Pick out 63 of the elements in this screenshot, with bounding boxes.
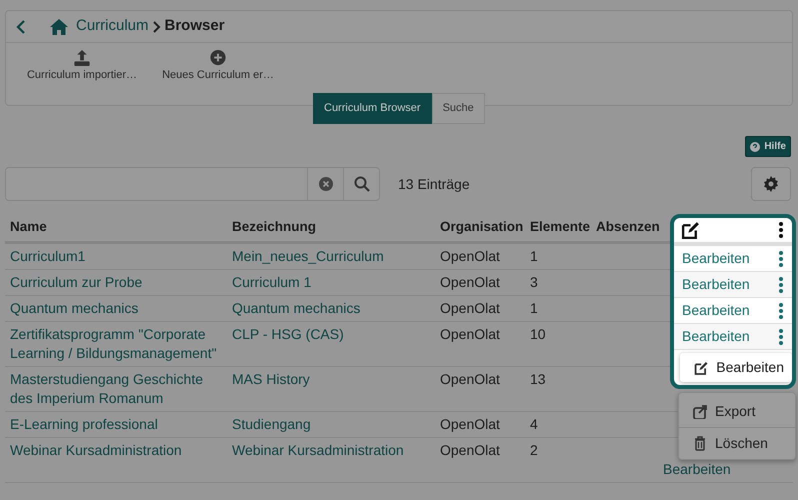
designation-link[interactable]: Mein_neues_Curriculum — [227, 244, 435, 270]
designation-link[interactable]: Curriculum 1 — [227, 270, 435, 296]
edit-icon — [694, 360, 708, 374]
plus-circle-icon — [209, 49, 227, 67]
toolbar-button[interactable]: Curriculum importier… — [22, 49, 142, 84]
table-cell: 1 — [525, 296, 591, 322]
popup-menu-item[interactable]: Bearbeiten — [680, 353, 792, 382]
column-header: Organisation — [435, 213, 525, 244]
table-cell: 4 — [525, 412, 591, 438]
segment-tab[interactable]: Suche — [432, 93, 485, 124]
menu-item[interactable]: Löschen — [679, 427, 795, 459]
edit-link[interactable]: Bearbeiten — [663, 461, 731, 477]
table-cell: 1 — [525, 244, 591, 270]
table-cell: OpenOlat — [435, 244, 525, 270]
menu-item[interactable]: Export — [679, 393, 795, 427]
breadcrumb-link[interactable]: Curriculum — [76, 15, 149, 38]
export-icon — [693, 404, 707, 419]
search-field[interactable] — [5, 167, 380, 201]
search-icon[interactable] — [354, 176, 370, 192]
segment-tab[interactable]: Curriculum Browser — [313, 93, 432, 124]
trash-icon — [693, 436, 707, 451]
settings-button[interactable] — [751, 167, 791, 201]
home-icon[interactable] — [50, 18, 68, 34]
table-cell: OpenOlat — [435, 270, 525, 296]
breadcrumb-current: Browser — [164, 16, 225, 36]
upload-icon — [73, 49, 91, 67]
table-cell: 2 — [525, 438, 591, 483]
designation-link[interactable]: Webinar Kursadministration — [227, 438, 435, 483]
designation-link[interactable]: Studiengang — [227, 412, 435, 438]
edit-icon — [681, 221, 700, 239]
table-cell: OpenOlat — [435, 438, 525, 483]
more-icon[interactable] — [778, 221, 784, 239]
edit-link[interactable]: Bearbeiten — [682, 248, 750, 269]
help-button[interactable]: Hilfe — [745, 136, 791, 157]
name-link[interactable]: Curriculum1 — [5, 244, 227, 270]
table-cell: OpenOlat — [435, 367, 525, 412]
designation-link[interactable]: Quantum mechanics — [227, 296, 435, 322]
help-icon — [750, 142, 760, 152]
column-header: Absenzen — [591, 213, 663, 244]
name-link[interactable]: Webinar Kursadministration — [5, 438, 227, 483]
designation-link[interactable]: MAS History — [227, 367, 435, 412]
clear-icon[interactable] — [318, 177, 332, 191]
name-link[interactable]: Quantum mechanics — [5, 296, 227, 322]
name-link[interactable]: Masterstudiengang Geschichte des Imperium Romanum — [5, 367, 227, 412]
designation-link[interactable]: CLP - HSG (CAS) — [227, 322, 435, 367]
column-header: Elemente — [525, 213, 591, 244]
toolbar-button[interactable]: Neues Curriculum er… — [158, 49, 278, 84]
name-link[interactable]: Zertifikatsprogramm "Corporate Learning / Bildungsmanagement" — [5, 322, 227, 367]
name-link[interactable]: E-Learning professional — [5, 412, 227, 438]
settings-icon — [763, 176, 779, 192]
column-header: Bezeichnung — [227, 213, 435, 244]
table-cell: OpenOlat — [435, 412, 525, 438]
table-cell: 3 — [525, 270, 591, 296]
name-link[interactable]: Curriculum zur Probe — [5, 270, 227, 296]
back-icon[interactable] — [16, 20, 26, 34]
edit-link[interactable]: Bearbeiten — [682, 300, 750, 321]
column-header: Name — [5, 213, 227, 244]
table-cell: 13 — [525, 367, 591, 412]
chevron-icon — [152, 20, 161, 32]
table-cell: OpenOlat — [435, 322, 525, 367]
table-cell: OpenOlat — [435, 296, 525, 322]
table-cell: 10 — [525, 322, 591, 367]
entry-count: 13 Einträge — [398, 174, 470, 194]
